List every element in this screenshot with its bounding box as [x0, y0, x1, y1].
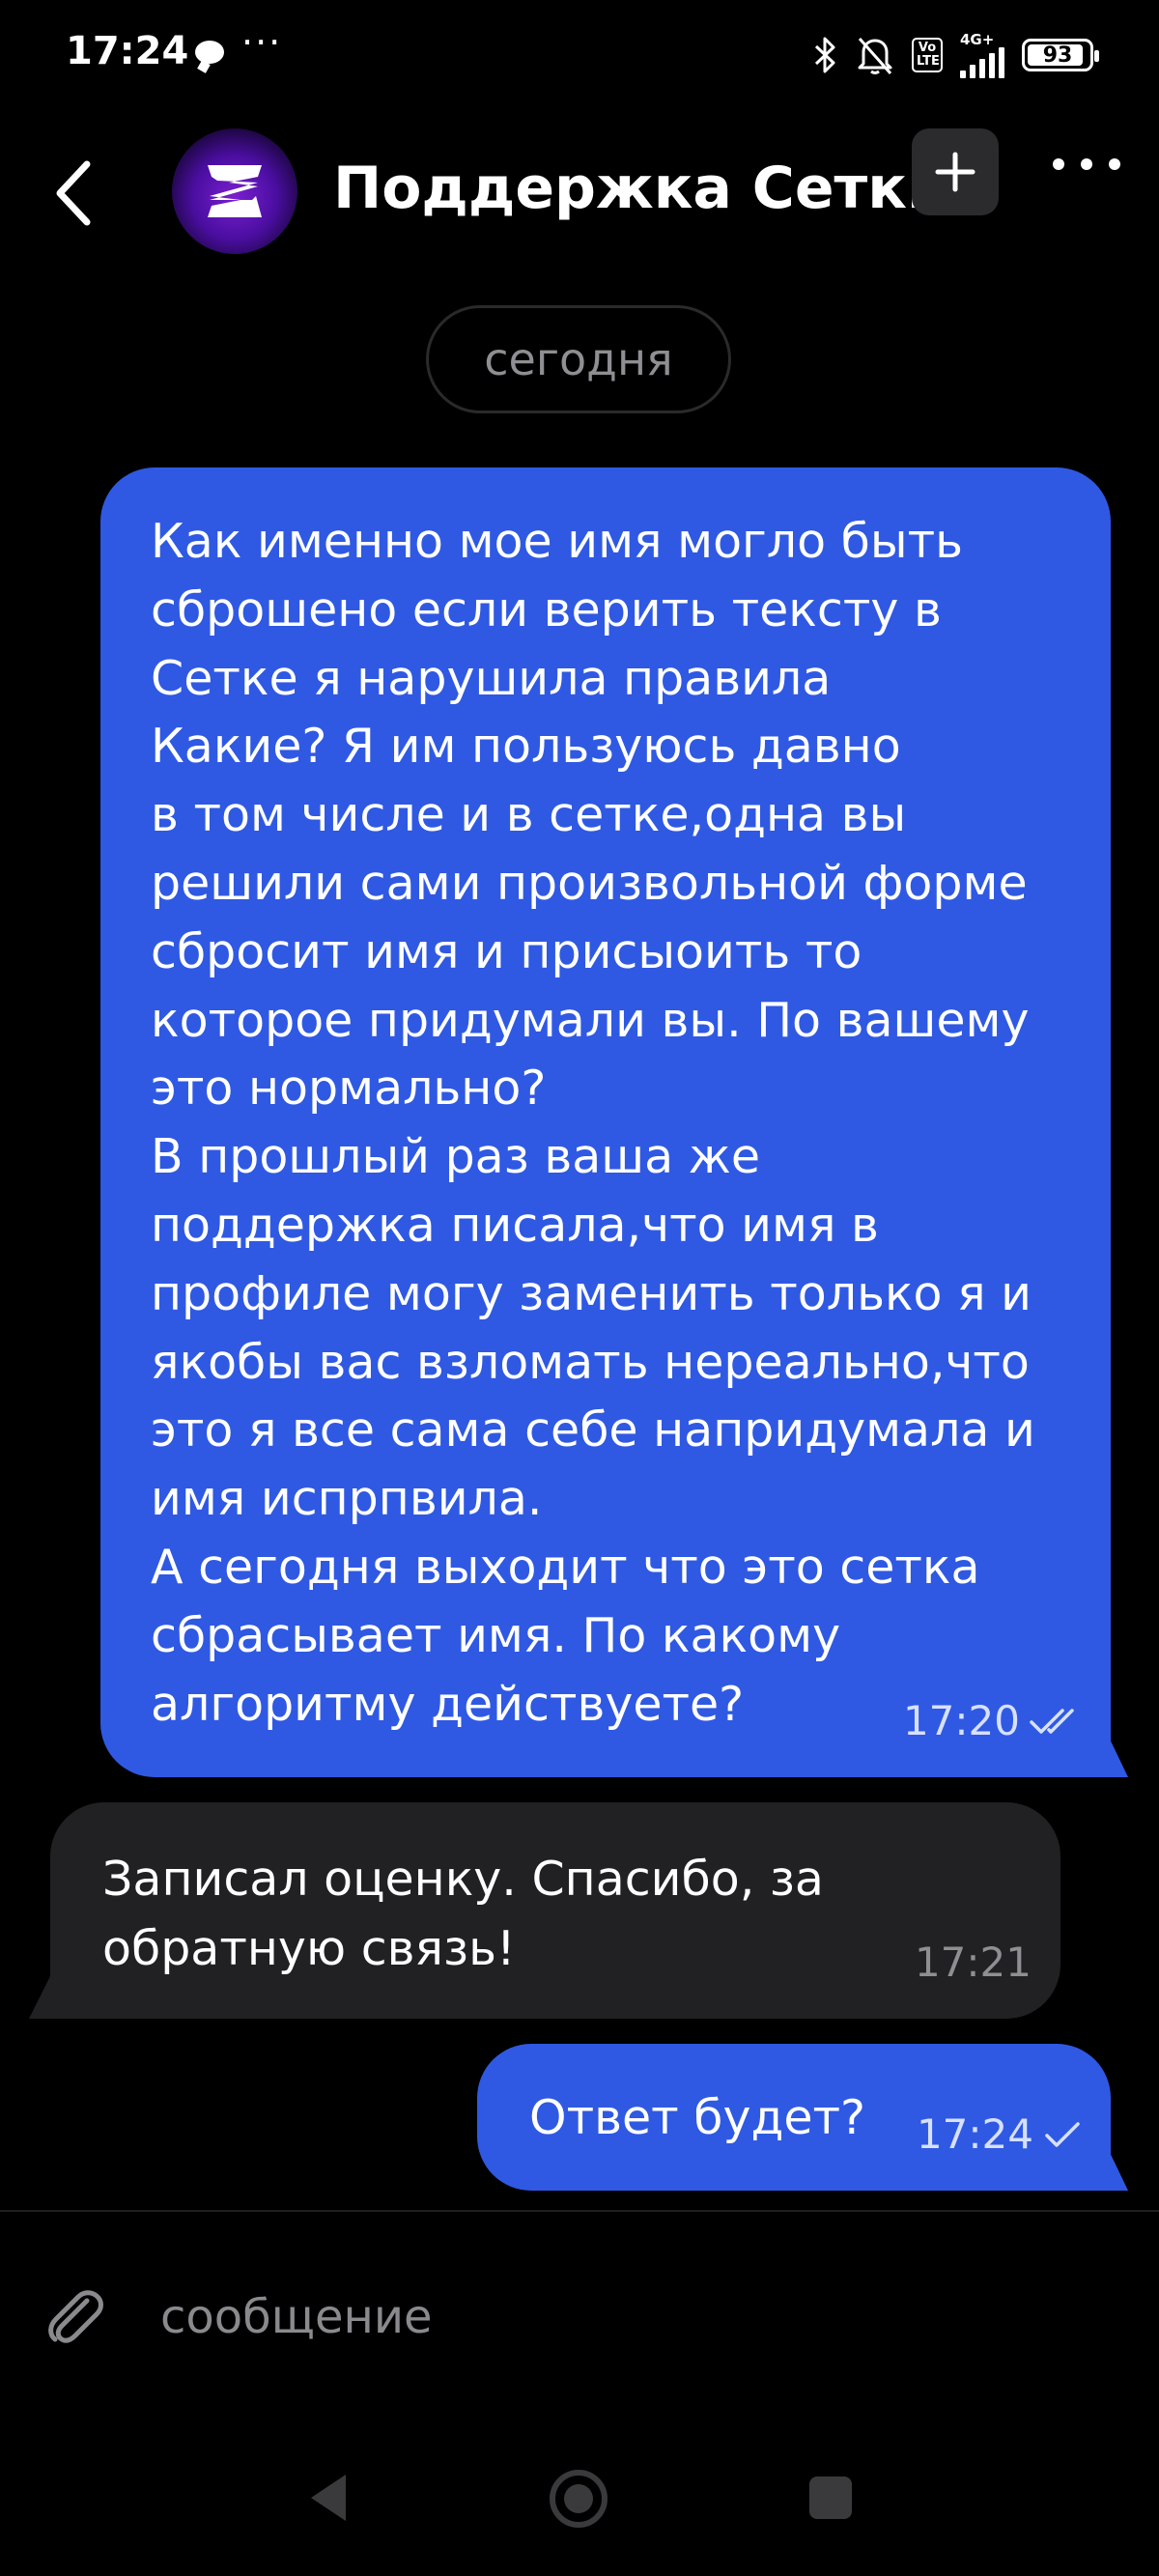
nav-home-button[interactable] — [549, 2469, 608, 2529]
network-type: 4G+ — [960, 30, 995, 48]
message-input[interactable] — [160, 2281, 1078, 2353]
battery-level: 93 — [1042, 42, 1073, 68]
more-options-button[interactable] — [1053, 145, 1120, 184]
chat-title[interactable]: Поддержка Сетки — [333, 155, 947, 222]
bluetooth-icon — [814, 37, 835, 73]
check-icon — [1045, 2121, 1080, 2147]
outgoing-message[interactable]: Ответ будет? 17:24 — [477, 2044, 1111, 2191]
back-button[interactable] — [46, 155, 104, 232]
outgoing-message[interactable]: Как именно мое имя могло быть сброшено е… — [100, 467, 1111, 1777]
more-horizontal-icon-dot — [1081, 158, 1092, 170]
status-time: 17:24 — [66, 29, 189, 73]
message-time: 17:21 — [914, 1939, 1032, 1986]
double-check-icon — [1030, 1708, 1074, 1734]
signal-icon: 4G+ — [960, 30, 1004, 78]
message-text: Ответ будет? — [529, 2090, 866, 2145]
setka-logo-icon — [208, 165, 262, 217]
message-meta: 17:21 — [915, 1939, 1032, 1986]
chevron-left-icon — [56, 160, 91, 226]
more-horizontal-icon-dot — [1109, 158, 1120, 170]
battery-icon: 93 — [1022, 39, 1099, 71]
message-meta: 17:20 — [903, 1697, 1082, 1744]
paperclip-icon — [48, 2290, 103, 2343]
attach-button[interactable] — [39, 2279, 110, 2351]
nav-recents-button[interactable] — [809, 2477, 852, 2519]
volte-icon: Vo LTE — [912, 38, 943, 72]
message-time: 17:24 — [916, 2110, 1033, 2158]
incoming-message[interactable]: Записал оценку. Спасибо, за обратную свя… — [50, 1802, 1060, 2019]
message-text: Как именно мое имя могло быть сброшено е… — [151, 514, 1035, 1732]
more-notifications-indicator: ··· — [241, 21, 283, 64]
message-time: 17:20 — [902, 1697, 1020, 1744]
nav-back-icon — [311, 2475, 346, 2521]
nav-back-button[interactable] — [305, 2469, 352, 2527]
add-button[interactable] — [912, 128, 999, 215]
composer-divider — [0, 2210, 1159, 2212]
message-text: Записал оценку. Спасибо, за обратную свя… — [102, 1852, 824, 1976]
status-icons: Vo LTE 4G+ 93 — [813, 29, 1099, 81]
plus-icon — [935, 152, 975, 192]
chat-avatar[interactable] — [172, 128, 297, 254]
nav-home-icon — [550, 2470, 608, 2528]
date-divider: сегодня — [426, 305, 731, 413]
chat-notification-icon — [195, 41, 224, 64]
bell-off-icon — [858, 38, 892, 74]
more-horizontal-icon-dot — [1053, 158, 1064, 170]
message-meta: 17:24 — [917, 2110, 1082, 2158]
